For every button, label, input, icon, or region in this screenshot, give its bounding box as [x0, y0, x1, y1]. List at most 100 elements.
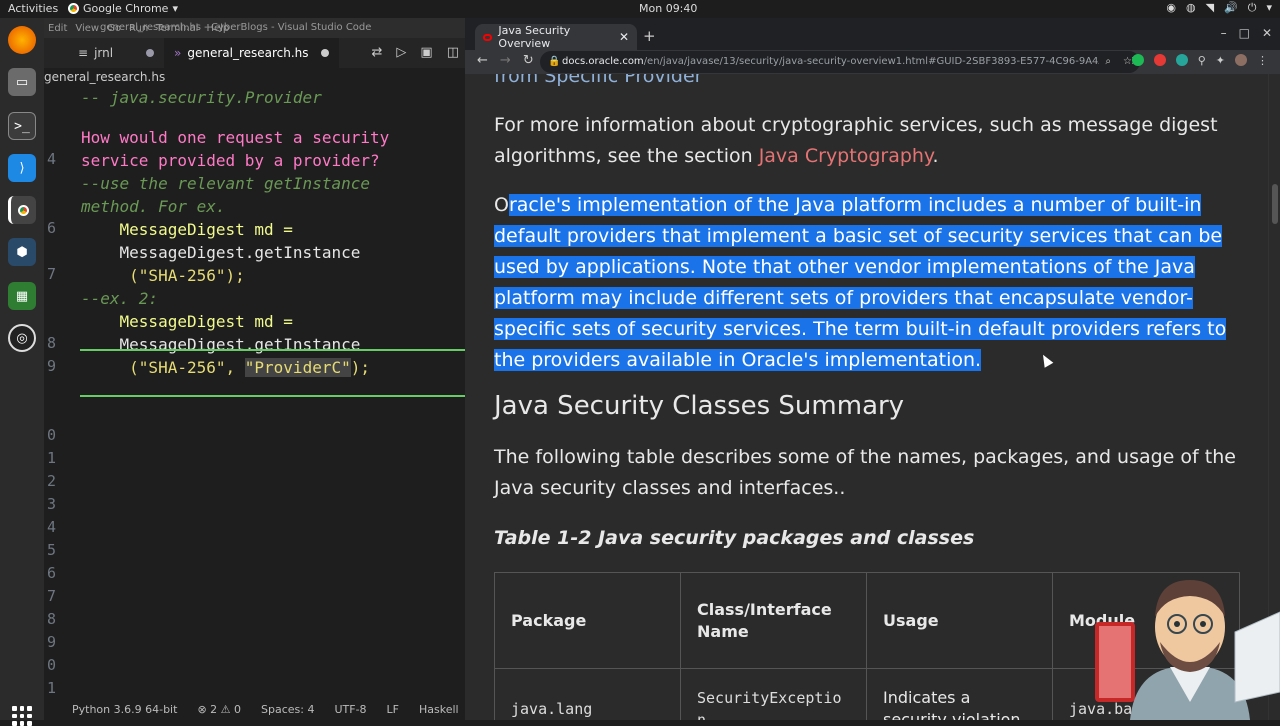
- status-bar: Python 3.6.9 64-bit ⊗ 2 ⚠ 0 Spaces: 4 UT…: [44, 698, 465, 720]
- calculator-icon[interactable]: ▦: [8, 282, 36, 310]
- app-menu[interactable]: Google Chrome ▾: [68, 2, 178, 15]
- terminal-icon[interactable]: >_: [8, 112, 36, 140]
- table-cell: Indicates a security violation: [866, 668, 1053, 720]
- code-line: method. For ex.: [81, 197, 226, 216]
- problems-count[interactable]: ⊗ 2 ⚠ 0: [197, 703, 241, 716]
- extensions: ⚲ ✦ ⋮: [1131, 54, 1268, 67]
- app-menu-label: Google Chrome: [83, 2, 169, 15]
- language-mode[interactable]: Haskell: [419, 703, 459, 716]
- line-number: 4: [46, 150, 56, 168]
- chrome-icon: [68, 3, 79, 14]
- chrome-tray-icon[interactable]: ◍: [1186, 1, 1196, 15]
- java-cryptography-link[interactable]: Java Cryptography: [759, 145, 933, 167]
- table-cell: java.lang: [494, 668, 681, 720]
- tab-general-research[interactable]: » general_research.hs: [164, 38, 339, 68]
- zoom-icon[interactable]: ⌕: [1105, 51, 1111, 73]
- extension-icon[interactable]: [1153, 54, 1166, 66]
- files-icon[interactable]: ▭: [8, 68, 36, 96]
- code-line: ("SHA-256");: [81, 266, 245, 285]
- line-number: 4: [46, 518, 56, 536]
- close-tab-icon[interactable]: ✕: [619, 30, 629, 44]
- power-icon[interactable]: ⏻: [1248, 1, 1257, 15]
- line-number: 6: [46, 564, 56, 582]
- menu-edit[interactable]: Edit: [48, 23, 67, 34]
- paragraph-text: .: [932, 145, 939, 167]
- indent-setting[interactable]: Spaces: 4: [261, 703, 314, 716]
- lock-icon[interactable]: 🔒: [548, 51, 560, 73]
- avatar[interactable]: [1235, 54, 1247, 66]
- grammarly-icon[interactable]: [1131, 54, 1144, 66]
- compare-icon[interactable]: ⇄: [372, 45, 383, 60]
- encoding[interactable]: UTF-8: [334, 703, 366, 716]
- line-number: 2: [46, 472, 56, 490]
- table-cell: SecurityException: [680, 668, 867, 720]
- volume-icon[interactable]: 🔊: [1224, 1, 1238, 15]
- paragraph-text: O: [494, 194, 509, 216]
- python-interpreter[interactable]: Python 3.6.9 64-bit: [72, 703, 177, 716]
- nav-buttons: ← → ↻: [477, 53, 534, 68]
- window-controls: – □ ✕: [1221, 26, 1272, 40]
- wifi-icon[interactable]: ◥: [1206, 1, 1214, 15]
- system-tray[interactable]: ◉ ◍ ◥ 🔊 ⏻ ▾: [1166, 1, 1272, 15]
- extension-icon[interactable]: [1175, 54, 1188, 66]
- close-window-icon[interactable]: ✕: [1262, 26, 1272, 40]
- line-number: 8: [46, 334, 56, 352]
- address-bar[interactable]: 🔒 docs.oracle.com/en/java/javase/13/secu…: [540, 51, 1140, 73]
- new-tab-icon[interactable]: +: [643, 27, 656, 45]
- line-number: 1: [46, 449, 56, 467]
- editor-actions: ⇄ ▷ ▣ ◫: [372, 45, 460, 60]
- reload-icon[interactable]: ↻: [523, 53, 534, 68]
- activities-button[interactable]: Activities: [8, 2, 58, 15]
- line-number: 0: [46, 426, 56, 444]
- pin-icon[interactable]: ⚲: [1198, 54, 1206, 67]
- scrollbar-thumb[interactable]: [1272, 184, 1278, 224]
- line-number: 5: [46, 541, 56, 559]
- vscode-window: Edit View Go Run Terminal Help general_r…: [44, 18, 465, 720]
- star-icon[interactable]: ☆: [1123, 51, 1132, 73]
- breadcrumb[interactable]: general_research.hs: [44, 68, 465, 86]
- line-number: 3: [46, 495, 56, 513]
- obs-tray-icon[interactable]: ◉: [1166, 1, 1176, 15]
- app-grid-icon[interactable]: [12, 706, 32, 726]
- url-path: /en/java/javase/13/security/java-securit…: [643, 56, 1140, 67]
- haskell-icon: »: [174, 46, 182, 60]
- preview-icon[interactable]: ▣: [420, 45, 432, 60]
- chrome-icon[interactable]: [8, 196, 36, 224]
- run-icon[interactable]: ▷: [396, 45, 406, 60]
- omnibox-icons: ⌕ ☆: [1099, 51, 1132, 73]
- chevron-down-icon: ▾: [172, 2, 178, 15]
- back-icon[interactable]: ←: [477, 53, 488, 68]
- column-header: Package: [494, 572, 681, 669]
- column-header: Usage: [866, 572, 1053, 669]
- code-line: MessageDigest.getInstance: [81, 243, 361, 262]
- tab-jrnl[interactable]: ≡ jrnl: [44, 38, 164, 68]
- menu-icon: ≡: [78, 46, 89, 60]
- blender-icon[interactable]: ⬢: [8, 238, 36, 266]
- split-editor-icon[interactable]: ◫: [447, 45, 459, 60]
- line-number: 8: [46, 610, 56, 628]
- unsaved-dot-icon: [146, 49, 154, 57]
- window-title: general_research.hs - CyberBlogs - Visua…: [100, 22, 372, 33]
- browser-tab[interactable]: Java Security Overview ✕: [475, 24, 637, 50]
- chevron-down-icon[interactable]: ▾: [1266, 1, 1272, 15]
- kebab-menu-icon[interactable]: ⋮: [1257, 54, 1268, 67]
- minimize-icon[interactable]: –: [1221, 26, 1227, 40]
- line-number: 7: [46, 587, 56, 605]
- section-heading: from Specific Provider: [494, 74, 703, 87]
- line-ending[interactable]: LF: [387, 703, 399, 716]
- obs-icon[interactable]: ◎: [8, 324, 36, 352]
- menu-view[interactable]: View: [75, 23, 99, 34]
- url-host: docs.oracle.com: [562, 56, 644, 67]
- forward-icon[interactable]: →: [500, 53, 511, 68]
- code-line: --use the relevant getInstance: [81, 174, 370, 193]
- paragraph: The following table describes some of th…: [494, 446, 1236, 499]
- firefox-icon[interactable]: [8, 26, 36, 54]
- clock[interactable]: Mon 09:40: [639, 2, 697, 15]
- line-number: 0: [46, 656, 56, 674]
- vscode-icon[interactable]: ⟩: [8, 154, 36, 182]
- gnome-top-bar: Activities Google Chrome ▾ Mon 09:40 ◉ ◍…: [0, 0, 1280, 18]
- code-line: -- java.security.Provider: [81, 88, 322, 107]
- code-line: --ex. 2:: [81, 289, 159, 308]
- maximize-icon[interactable]: □: [1239, 26, 1250, 40]
- puzzle-icon[interactable]: ✦: [1216, 54, 1225, 67]
